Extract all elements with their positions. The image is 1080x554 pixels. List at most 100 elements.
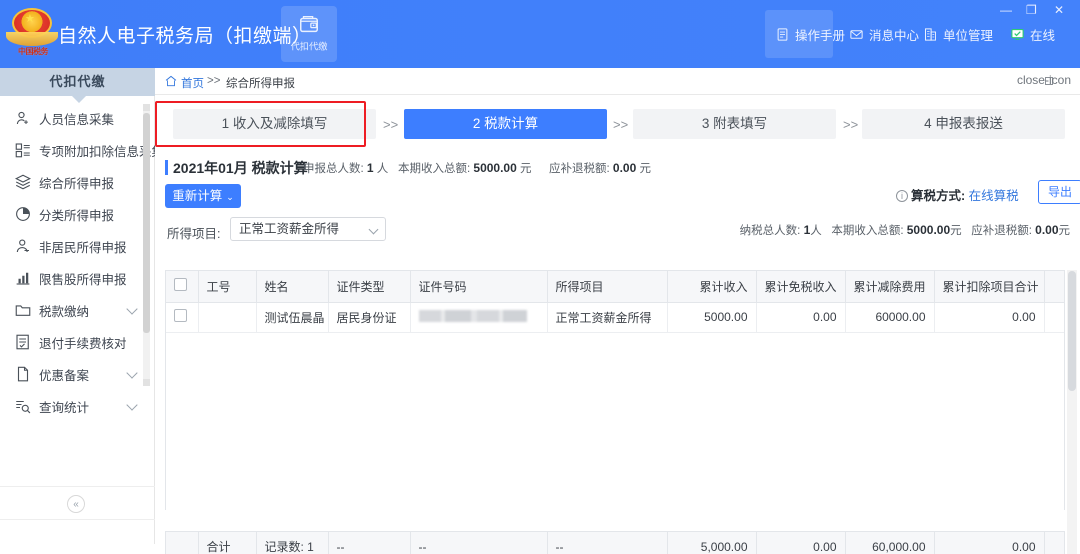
th-id-type[interactable]: 证件类型 [328, 271, 411, 303]
envelope-icon [850, 29, 863, 39]
app-title: 自然人电子税务局（扣缴端） [58, 26, 312, 47]
income-item-select[interactable]: 正常工资薪金所得 [230, 217, 386, 241]
step-separator: >> [843, 117, 859, 132]
module-tab-daikoudaijiao[interactable]: 代扣代缴 [281, 6, 337, 62]
cell-id-type: 居民身份证 [328, 302, 411, 333]
th-cumulative-income[interactable]: 累计收入 [667, 271, 757, 303]
sidebar-item-special-deduction[interactable]: 专项附加扣除信息采集 [0, 134, 164, 166]
sidebar-item-restricted-stock[interactable]: 限售股所得申报 [0, 262, 148, 294]
sidebar-item-refund-fee-check[interactable]: 退付手续费核对 [0, 326, 148, 358]
sidebar-item-comprehensive-income[interactable]: 综合所得申报 [0, 166, 148, 198]
th-cumulative-taxfree-income[interactable]: 累计免税收入 [756, 271, 846, 303]
chevron-down-icon [126, 399, 138, 411]
header-item-online-label: 在线 [1030, 28, 1056, 43]
footer-id-number: -- [410, 532, 548, 554]
window-minimize-button[interactable]: — [1000, 2, 1012, 18]
sidebar-item-label: 人员信息采集 [39, 112, 115, 127]
calc-mode-value[interactable]: 在线算税 [969, 189, 1019, 203]
cell-cumulative-deduction-expense: 60000.00 [845, 302, 935, 333]
row-checkbox[interactable] [174, 309, 187, 322]
layers-icon [14, 174, 32, 190]
total-people-value: 1 [366, 161, 374, 175]
cell-cumulative-income: 5000.00 [667, 302, 757, 333]
scroll-down-arrow-icon[interactable] [143, 379, 150, 386]
step-3-attachment[interactable]: 3 附表填写 [633, 109, 836, 139]
building-icon [925, 27, 936, 41]
manual-icon [777, 27, 788, 41]
footer-cumulative-allowed [1044, 532, 1064, 554]
sidebar-item-nonresident-income[interactable]: 非居民所得申报 [0, 230, 148, 262]
th-select-all[interactable] [166, 271, 199, 303]
th-employee-id[interactable]: 工号 [198, 271, 257, 303]
sidebar-item-label: 限售股所得申报 [39, 272, 127, 287]
header-item-manual-label: 操作手册 [795, 28, 846, 43]
table-footer-container: 合计 记录数: 1 -- -- -- 5,000.00 0.00 60,000.… [165, 531, 1065, 554]
wallet-icon [300, 16, 318, 33]
sidebar-item-label: 综合所得申报 [39, 176, 115, 191]
step-4-submit[interactable]: 4 申报表报送 [862, 109, 1065, 139]
total-income-value: 5000.00 [473, 161, 517, 175]
sidebar-collapse-button[interactable]: « [0, 486, 155, 520]
table-header-row: 工号 姓名 证件类型 证件号码 所得项目 累计收入 累计免税收入 累计减除费用 … [166, 271, 1064, 303]
cell-name: 测试伍晨晶 [256, 302, 329, 333]
home-icon [165, 75, 177, 87]
header-item-messages[interactable]: 消息中心 [849, 22, 919, 46]
sidebar-item-label: 分类所得申报 [39, 208, 115, 223]
step-separator: >> [383, 117, 399, 132]
step-2-tax-calculation[interactable]: 2 税款计算 [404, 109, 607, 139]
window-close-button[interactable]: ✕ [1054, 2, 1064, 18]
scroll-up-arrow-icon[interactable] [143, 104, 150, 111]
summary-bar: 2021年01月 税款计算 申报总人数: 1 人 本期收入总额: 5000.00… [155, 151, 1080, 215]
income-item-selected-value: 正常工资薪金所得 [239, 222, 340, 236]
table-vertical-scrollbar[interactable] [1067, 270, 1077, 554]
sidebar-item-classified-income[interactable]: 分类所得申报 [0, 198, 148, 230]
bar-chart-icon [16, 272, 30, 285]
header-item-manual[interactable]: 操作手册 [775, 22, 845, 46]
breadcrumb-home[interactable]: 首页 [181, 75, 204, 91]
th-income-item[interactable]: 所得项目 [547, 271, 668, 303]
sidebar-item-personnel-info[interactable]: 人员信息采集 [0, 102, 148, 134]
row-checkbox-cell[interactable] [166, 302, 199, 333]
step-separator: >> [613, 117, 629, 132]
cell-id-number-redacted [410, 302, 548, 333]
table-vertical-scrollbar-thumb[interactable] [1068, 271, 1076, 391]
header-item-online-status[interactable]: 在线 [1010, 22, 1055, 46]
footer-id-type: -- [328, 532, 411, 554]
data-table-container: 工号 姓名 证件类型 证件号码 所得项目 累计收入 累计免税收入 累计减除费用 … [165, 270, 1065, 510]
sidebar-scrollbar-thumb[interactable] [143, 113, 150, 333]
header-item-unit-management[interactable]: 单位管理 [923, 22, 993, 46]
sidebar-title: 代扣代缴 [0, 68, 155, 96]
export-button[interactable]: 导出 [1038, 180, 1080, 204]
sidebar-scrollbar[interactable] [143, 104, 150, 386]
tax-due-value: 0.00 [612, 161, 637, 175]
th-name[interactable]: 姓名 [256, 271, 329, 303]
footer-blank [166, 532, 199, 554]
th-id-number[interactable]: 证件号码 [410, 271, 548, 303]
emblem-text: 中国税务 [18, 47, 49, 56]
th-cumulative-deduction-expense[interactable]: 累计减除费用 [845, 271, 935, 303]
table-footer: 合计 记录数: 1 -- -- -- 5,000.00 0.00 60,000.… [166, 532, 1064, 554]
sidebar-item-query-statistics[interactable]: 查询统计 [0, 390, 148, 422]
footer-cumulative-deduction-expense: 60,000.00 [845, 532, 935, 554]
table-row[interactable]: 测试伍晨晶 居民身份证 正常工资薪金所得 5000.00 0.00 60000.… [166, 302, 1064, 333]
select-all-checkbox[interactable] [174, 278, 187, 292]
cell-cumulative-allowed [1044, 302, 1064, 333]
sidebar-item-tax-payment[interactable]: 税款缴纳 [0, 294, 148, 326]
window-maximize-button[interactable]: ❐ [1026, 2, 1037, 18]
filter-income-unit: 元 [950, 225, 962, 237]
filter-income-value: 5000.00 [906, 223, 951, 237]
calc-mode-info: i 算税方式: 在线算税 [896, 185, 1019, 204]
filter-people-label: 纳税总人数: [739, 225, 801, 237]
th-cumulative-deduction-total[interactable]: 累计扣除项目合计 [934, 271, 1045, 303]
sidebar-item-preferential-filing[interactable]: 优惠备案 [0, 358, 148, 390]
total-income-label: 本期收入总额: [398, 163, 471, 175]
recalculate-button[interactable]: 重新计算 ⌄ [165, 184, 241, 208]
th-cumulative-allowed[interactable]: 累计准 [1044, 271, 1064, 303]
chevron-down-icon [126, 303, 138, 315]
footer-total-label: 合计 [198, 532, 257, 554]
emblem-wings [6, 32, 58, 46]
close-icon[interactable]: close-icon [1017, 73, 1071, 87]
footer-cumulative-deduction-total: 0.00 [934, 532, 1045, 554]
step-navigation: 1 收入及减除填写 >> 2 税款计算 >> 3 附表填写 >> 4 申报表报送 [155, 95, 1080, 151]
national-emblem-logo: ★ 中国税务 [6, 6, 58, 62]
